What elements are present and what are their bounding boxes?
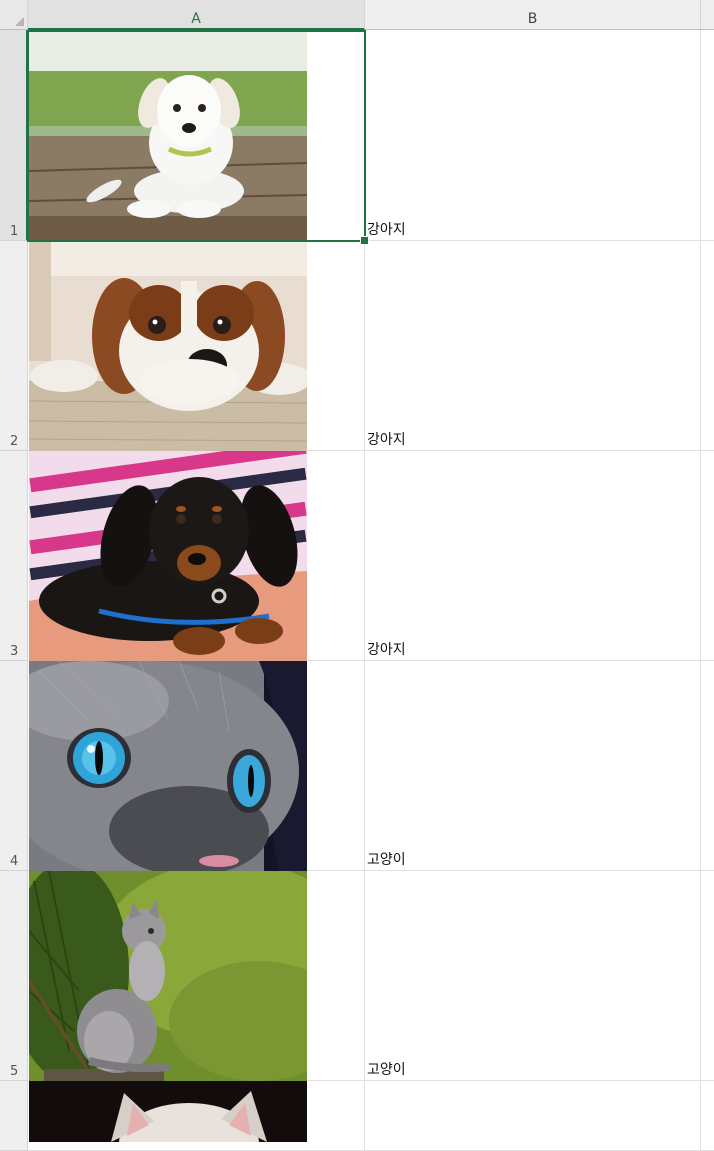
row-number: 1 [10,224,19,239]
gray-kitten-image[interactable] [29,871,307,1081]
cell-text: 고양이 [367,852,406,868]
cavalier-puppy-image[interactable] [29,241,307,451]
column-header-c[interactable] [701,0,714,30]
column-header-a[interactable]: A [28,0,365,30]
row-number: 2 [10,434,19,449]
active-cell-selection [27,30,366,242]
row-header-6[interactable] [0,1081,28,1151]
cell-b6[interactable] [365,1081,701,1151]
row-number: 3 [10,644,19,659]
select-all-triangle-icon [15,17,24,26]
cell-c5[interactable] [701,871,714,1081]
row-header-3[interactable]: 3 [0,451,28,661]
cell-text: 강아지 [367,222,406,238]
row-header-2[interactable]: 2 [0,241,28,451]
dachshund-puppy-image[interactable] [29,451,307,661]
cell-c6[interactable] [701,1081,714,1151]
cell-b3[interactable]: 강아지 [365,451,701,661]
row-header-1[interactable]: 1 [0,30,28,241]
cell-c2[interactable] [701,241,714,451]
select-all-corner[interactable] [0,0,28,30]
cell-b1[interactable]: 강아지 [365,30,701,241]
row-header-5[interactable]: 5 [0,871,28,1081]
row-number: 4 [10,854,19,869]
white-cat-image[interactable] [29,1081,307,1142]
cell-text: 강아지 [367,642,406,658]
cell-text: 강아지 [367,432,406,448]
cell-text: 고양이 [367,1062,406,1078]
row-header-4[interactable]: 4 [0,661,28,871]
row-number: 5 [10,1064,19,1079]
cell-b5[interactable]: 고양이 [365,871,701,1081]
cell-c1[interactable] [701,30,714,241]
cell-b2[interactable]: 강아지 [365,241,701,451]
blue-eyed-gray-cat-image[interactable] [29,661,307,871]
cell-c3[interactable] [701,451,714,661]
column-header-b[interactable]: B [365,0,701,30]
fill-handle[interactable] [360,236,369,245]
cell-b4[interactable]: 고양이 [365,661,701,871]
cell-c4[interactable] [701,661,714,871]
